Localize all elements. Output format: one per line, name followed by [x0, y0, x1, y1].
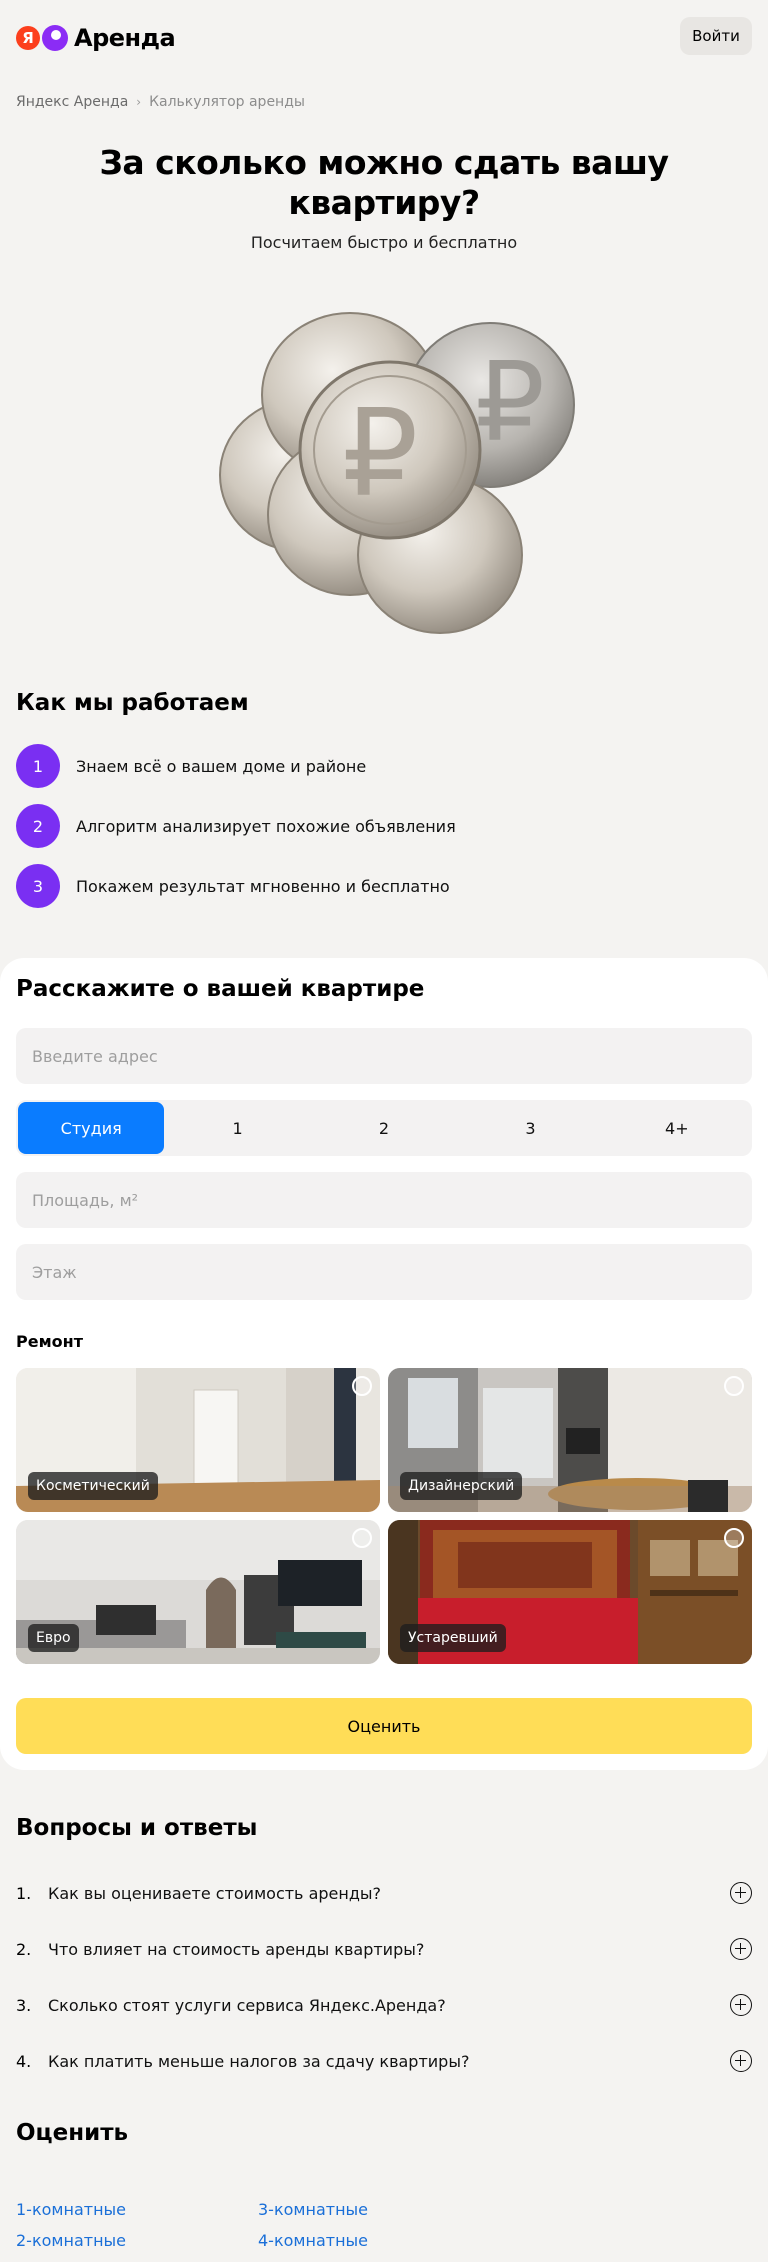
plus-circle-icon[interactable]: [730, 1882, 752, 1904]
how-step: 3 Покажем результат мгновенно и бесплатн…: [16, 864, 450, 908]
breadcrumb-separator: ›: [136, 95, 142, 109]
yandex-arenda-logo[interactable]: Я Аренда: [16, 24, 176, 52]
form-title: Расскажите о вашей квартире: [16, 976, 425, 1002]
repair-option-designer[interactable]: Дизайнерский: [388, 1368, 752, 1512]
breadcrumb: Яндекс Аренда › Калькулятор аренды: [16, 94, 305, 110]
step-number-badge: 1: [16, 744, 60, 788]
repair-option-label: Дизайнерский: [400, 1472, 523, 1500]
faq-question[interactable]: Что влияет на стоимость аренды квартиры?: [48, 1940, 730, 1959]
faq-item[interactable]: 2. Что влияет на стоимость аренды кварти…: [16, 1929, 752, 1969]
page-title: За сколько можно сдать вашу квартиру?: [99, 143, 669, 222]
step-number-badge: 3: [16, 864, 60, 908]
rooms-selector: Студия 1 2 3 4+: [16, 1100, 752, 1156]
repair-option-cosmetic[interactable]: Косметический: [16, 1368, 380, 1512]
evaluate-link-4-room[interactable]: 4-комнатные: [258, 2231, 368, 2250]
rooms-option-3[interactable]: 3: [457, 1102, 603, 1154]
faq-title: Вопросы и ответы: [16, 1815, 258, 1841]
faq-question[interactable]: Сколько стоят услуги сервиса Яндекс.Арен…: [48, 1996, 730, 2015]
faq-item[interactable]: 1. Как вы оцениваете стоимость аренды?: [16, 1873, 752, 1913]
coin-ruble-glyph: ₽: [475, 338, 545, 466]
coins-illustration: ₽ ₽: [190, 300, 580, 640]
rooms-option-2[interactable]: 2: [311, 1102, 457, 1154]
header: Я Аренда Войти: [0, 0, 768, 72]
login-button[interactable]: Войти: [680, 17, 752, 55]
repair-radio[interactable]: [352, 1376, 372, 1396]
step-text: Алгоритм анализирует похожие объявления: [76, 816, 456, 836]
evaluate-section-title: Оценить: [16, 2120, 129, 2146]
step-text: Покажем результат мгновенно и бесплатно: [76, 876, 450, 896]
repair-radio[interactable]: [352, 1528, 372, 1548]
plus-circle-icon[interactable]: [730, 1938, 752, 1960]
repair-option-label: Евро: [28, 1624, 79, 1652]
step-number-badge: 2: [16, 804, 60, 848]
evaluate-link-2-room[interactable]: 2-комнатные: [16, 2231, 126, 2250]
evaluate-link-3-room[interactable]: 3-комнатные: [258, 2200, 368, 2219]
address-input[interactable]: [16, 1028, 752, 1084]
repair-option-label: Косметический: [28, 1472, 158, 1500]
plus-circle-icon[interactable]: [730, 1994, 752, 2016]
area-input[interactable]: [16, 1172, 752, 1228]
rooms-option-studio[interactable]: Студия: [18, 1102, 165, 1154]
how-step: 1 Знаем всё о вашем доме и районе: [16, 744, 366, 788]
how-we-work-title: Как мы работаем: [16, 690, 249, 716]
faq-question[interactable]: Как платить меньше налогов за сдачу квар…: [48, 2052, 730, 2071]
breadcrumb-item-current: Калькулятор аренды: [149, 94, 305, 110]
repair-option-label: Устаревший: [400, 1624, 506, 1652]
repair-label: Ремонт: [16, 1332, 83, 1351]
arenda-logo-icon: [42, 25, 68, 51]
apartment-form-card: Расскажите о вашей квартире Студия 1 2 3…: [0, 958, 768, 1770]
repair-radio[interactable]: [724, 1528, 744, 1548]
faq-item[interactable]: 3. Сколько стоят услуги сервиса Яндекс.А…: [16, 1985, 752, 2025]
faq-number: 3.: [16, 1995, 32, 2015]
logo-text: Аренда: [74, 24, 176, 52]
floor-input[interactable]: [16, 1244, 752, 1300]
how-step: 2 Алгоритм анализирует похожие объявлени…: [16, 804, 456, 848]
evaluate-button[interactable]: Оценить: [16, 1698, 752, 1754]
page-subtitle: Посчитаем быстро и бесплатно: [250, 233, 518, 252]
yandex-logo-icon: Я: [16, 26, 40, 50]
plus-circle-icon[interactable]: [730, 2050, 752, 2072]
repair-option-outdated[interactable]: Устаревший: [388, 1520, 752, 1664]
evaluate-link-1-room[interactable]: 1-комнатные: [16, 2200, 126, 2219]
step-text: Знаем всё о вашем доме и районе: [76, 756, 367, 776]
breadcrumb-item-home[interactable]: Яндекс Аренда: [16, 94, 128, 110]
rooms-option-1[interactable]: 1: [164, 1102, 310, 1154]
repair-option-euro[interactable]: Евро: [16, 1520, 380, 1664]
faq-item[interactable]: 4. Как платить меньше налогов за сдачу к…: [16, 2041, 752, 2081]
faq-number: 4.: [16, 2051, 32, 2071]
rooms-option-4plus[interactable]: 4+: [604, 1102, 750, 1154]
faq-number: 2.: [16, 1939, 32, 1959]
repair-radio[interactable]: [724, 1376, 744, 1396]
faq-number: 1.: [16, 1883, 32, 1903]
faq-question[interactable]: Как вы оцениваете стоимость аренды?: [48, 1884, 730, 1903]
coin-ruble-glyph: ₽: [342, 385, 418, 524]
